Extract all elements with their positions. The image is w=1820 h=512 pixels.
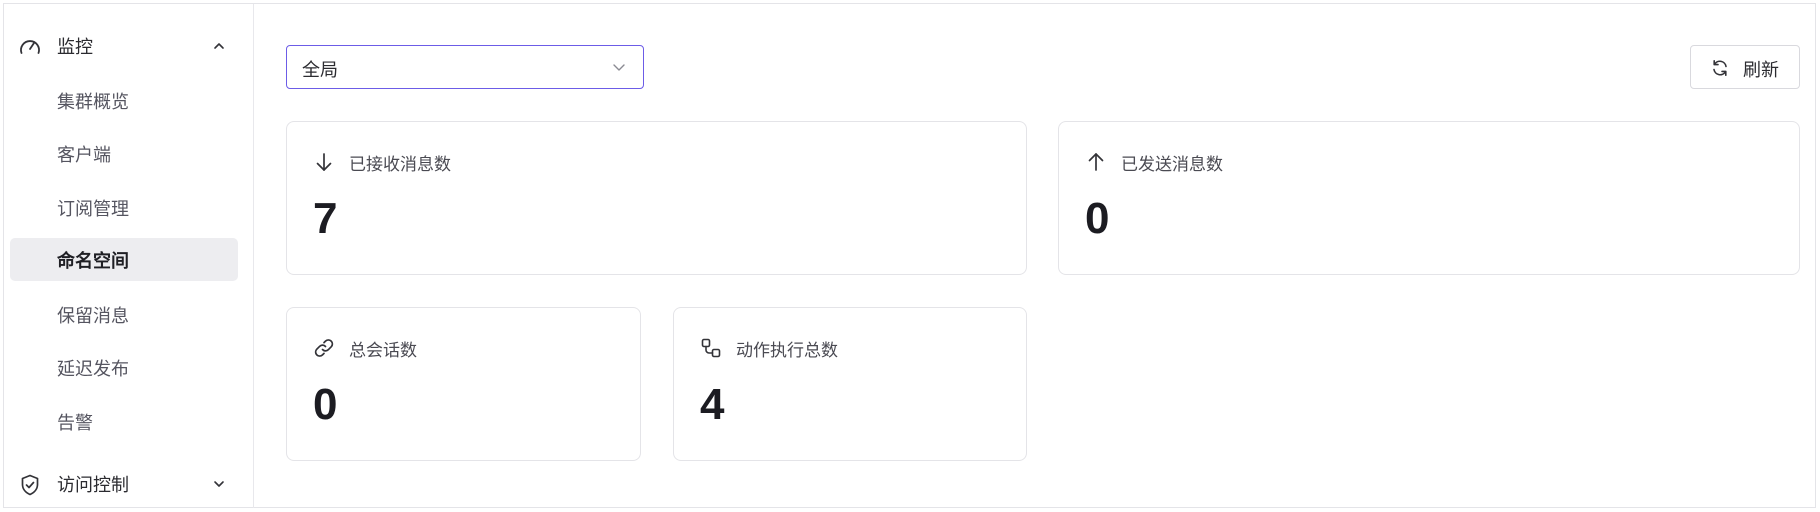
workflow-icon xyxy=(701,338,721,358)
stat-card-title: 动作执行总数 xyxy=(736,341,838,361)
sidebar-item-label: 集群概览 xyxy=(57,91,129,113)
sidebar-item-label: 告警 xyxy=(57,412,93,434)
sidebar-item-retained-messages[interactable]: 保留消息 xyxy=(10,293,238,336)
sidebar-group-label: 访问控制 xyxy=(57,475,129,496)
stat-card-value: 0 xyxy=(313,380,338,429)
shield-check-icon xyxy=(21,474,39,496)
chevron-up-icon xyxy=(214,43,224,49)
sidebar-item-label: 延迟发布 xyxy=(57,358,129,380)
stat-card-title: 已发送消息数 xyxy=(1121,155,1223,175)
stat-card-title: 总会话数 xyxy=(349,341,417,361)
refresh-button[interactable]: 刷新 xyxy=(1690,45,1800,89)
refresh-button-label: 刷新 xyxy=(1743,60,1779,81)
stat-card-value: 0 xyxy=(1085,194,1110,243)
chevron-down-icon xyxy=(613,64,625,71)
gauge-icon xyxy=(20,40,40,54)
stat-card-value: 7 xyxy=(313,194,338,243)
arrow-down-icon xyxy=(316,153,332,171)
link-icon xyxy=(314,339,334,357)
sidebar-item-label: 保留消息 xyxy=(57,305,129,327)
stat-card-value: 4 xyxy=(700,380,725,429)
stat-card-sent: 已发送消息数 0 xyxy=(1058,121,1800,275)
sidebar-item-label: 客户端 xyxy=(57,144,111,166)
sidebar-item-label: 订阅管理 xyxy=(57,198,129,220)
stat-card-sessions: 总会话数 0 xyxy=(286,307,641,461)
stat-card-actions: 动作执行总数 4 xyxy=(673,307,1027,461)
refresh-icon xyxy=(1713,60,1727,76)
sidebar-group-access-control[interactable]: 访问控制 xyxy=(10,462,248,506)
sidebar-item-alarms[interactable]: 告警 xyxy=(10,400,238,443)
stat-card-received: 已接收消息数 7 xyxy=(286,121,1027,275)
scope-select-value: 全局 xyxy=(302,60,338,81)
stat-card-title: 已接收消息数 xyxy=(349,155,451,175)
sidebar: 监控 集群概览 客户端 订阅管理 命名空间 保留消息 延迟发布 告警 访问控制 xyxy=(4,4,254,508)
sidebar-item-delayed-publish[interactable]: 延迟发布 xyxy=(10,346,238,389)
sidebar-item-clients[interactable]: 客户端 xyxy=(10,132,238,175)
sidebar-group-monitor[interactable]: 监控 xyxy=(10,24,248,68)
arrow-up-icon xyxy=(1088,153,1104,171)
chevron-down-icon xyxy=(214,481,224,487)
sidebar-item-namespaces[interactable]: 命名空间 xyxy=(10,238,238,281)
sidebar-item-cluster-overview[interactable]: 集群概览 xyxy=(10,79,238,122)
sidebar-group-label: 监控 xyxy=(57,37,93,58)
sidebar-item-label: 命名空间 xyxy=(57,250,129,272)
sidebar-item-subscriptions[interactable]: 订阅管理 xyxy=(10,186,238,229)
scope-select[interactable]: 全局 xyxy=(286,45,644,89)
